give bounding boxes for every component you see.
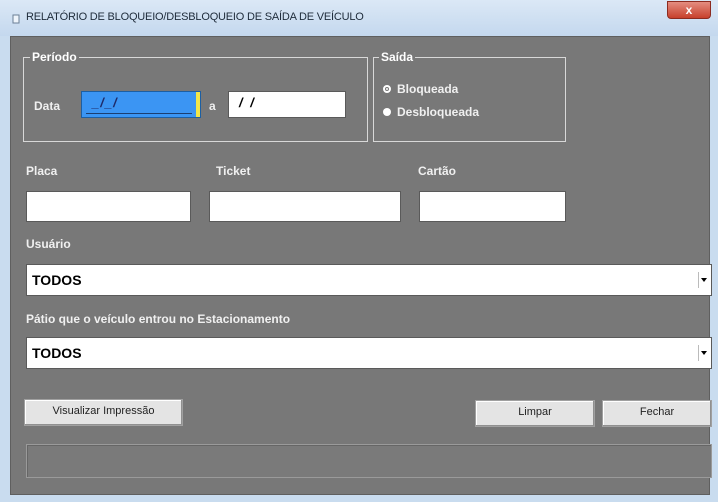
ticket-input[interactable]	[209, 191, 401, 222]
cartao-input[interactable]	[419, 191, 566, 222]
date-to-mask: / /	[239, 95, 256, 110]
patio-select[interactable]: TODOS	[26, 337, 712, 369]
cartao-label: Cartão	[418, 164, 457, 178]
ticket-label: Ticket	[216, 164, 251, 178]
visualizar-impressao-button[interactable]: Visualizar Impressão	[24, 399, 183, 426]
status-bar	[26, 444, 712, 478]
report-window: RELATÓRIO DE BLOQUEIO/DESBLOQUEIO DE SAÍ…	[0, 0, 718, 502]
date-from-underline	[86, 113, 192, 114]
saida-legend: Saída	[379, 50, 416, 64]
chevron-down-icon[interactable]	[698, 272, 709, 288]
periodo-group: Período Data _/_/ a / /	[23, 50, 368, 142]
desbloqueada-label[interactable]: Desbloqueada	[397, 105, 479, 119]
date-to-input[interactable]: / /	[228, 91, 346, 118]
placa-label: Placa	[26, 164, 58, 178]
title-bar[interactable]: RELATÓRIO DE BLOQUEIO/DESBLOQUEIO DE SAÍ…	[0, 0, 718, 36]
radio-bloqueada[interactable]	[383, 85, 391, 93]
app-icon	[12, 14, 20, 24]
saida-group: Saída Bloqueada Desbloqueada	[373, 50, 566, 142]
date-from-mask: _/_/	[92, 95, 118, 110]
patio-label: Pátio que o veículo entrou no Estacionam…	[26, 312, 291, 326]
window-close-button[interactable]: x	[667, 1, 711, 19]
usuario-select[interactable]: TODOS	[26, 264, 712, 296]
usuario-label: Usuário	[26, 237, 71, 251]
patio-selected-value: TODOS	[32, 345, 82, 361]
radio-desbloqueada[interactable]	[383, 108, 391, 116]
usuario-selected-value: TODOS	[32, 272, 82, 288]
limpar-button[interactable]: Limpar	[475, 400, 595, 427]
fechar-button[interactable]: Fechar	[602, 400, 712, 427]
bloqueada-label[interactable]: Bloqueada	[397, 82, 458, 96]
window-title: RELATÓRIO DE BLOQUEIO/DESBLOQUEIO DE SAÍ…	[26, 11, 364, 23]
periodo-legend: Período	[30, 50, 79, 64]
chevron-down-icon[interactable]	[698, 345, 709, 361]
input-caret	[196, 92, 200, 117]
form-body: Período Data _/_/ a / / Saída Bloqueada …	[10, 36, 712, 495]
placa-input[interactable]	[26, 191, 191, 222]
close-icon: x	[685, 3, 693, 17]
date-separator: a	[209, 99, 216, 113]
data-label: Data	[34, 99, 61, 113]
date-from-input[interactable]: _/_/	[81, 91, 201, 118]
